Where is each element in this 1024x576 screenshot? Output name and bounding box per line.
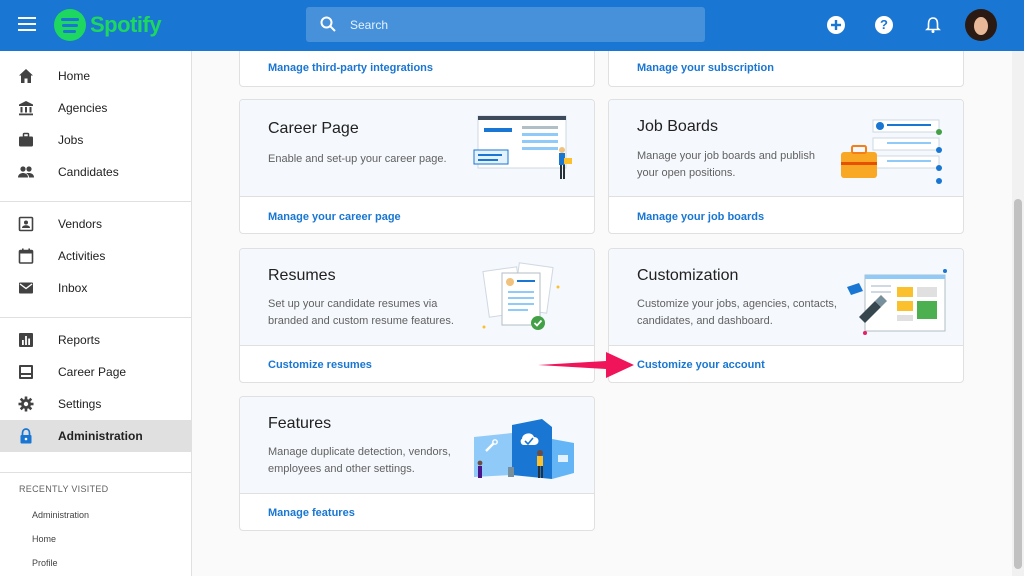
subscription-card: Manage your subscription	[608, 51, 964, 87]
bar-chart-icon	[19, 333, 33, 347]
card-description: Manage your job boards and publish your …	[637, 150, 815, 179]
search-bar[interactable]	[306, 7, 705, 42]
card-description: Customize your jobs, agencies, contacts,…	[637, 298, 837, 327]
home-icon	[19, 69, 33, 83]
sidebar-divider	[0, 201, 191, 202]
manage-integrations-link[interactable]: Manage third-party integrations	[268, 62, 433, 74]
lock-icon	[20, 428, 32, 444]
features-illustration	[474, 419, 574, 479]
scrollbar-thumb[interactable]	[1014, 199, 1022, 569]
sidebar-item-career-page[interactable]: Career Page	[0, 356, 191, 388]
sidebar-item-home[interactable]: Home	[0, 60, 191, 92]
bank-icon	[19, 101, 33, 116]
spotify-logo-icon	[54, 9, 86, 41]
search-icon	[320, 16, 336, 32]
card-title: Career Page	[268, 120, 359, 137]
card-description: Manage duplicate detection, vendors, emp…	[268, 446, 451, 475]
sidebar-divider	[0, 317, 191, 318]
top-app-bar: Spotify ?	[0, 0, 1024, 51]
annotation-arrow	[538, 352, 634, 378]
manage-subscription-link[interactable]: Manage your subscription	[637, 62, 774, 74]
features-card: Features Manage duplicate detection, ven…	[239, 396, 595, 531]
search-input[interactable]	[350, 7, 690, 42]
web-page-icon	[19, 365, 33, 379]
recent-item-profile[interactable]: Profile	[32, 558, 58, 568]
gear-icon	[18, 396, 34, 412]
sidebar-divider	[0, 472, 191, 473]
customize-resumes-link[interactable]: Customize resumes	[268, 359, 372, 371]
sidebar-item-agencies[interactable]: Agencies	[0, 92, 191, 124]
menu-icon[interactable]	[18, 17, 36, 31]
sidebar-item-jobs[interactable]: Jobs	[0, 124, 191, 156]
manage-career-page-link[interactable]: Manage your career page	[268, 211, 401, 223]
sidebar-item-settings[interactable]: Settings	[0, 388, 191, 420]
manage-job-boards-link[interactable]: Manage your job boards	[637, 211, 764, 223]
add-button[interactable]	[827, 16, 845, 34]
job-boards-card: Job Boards Manage your job boards and pu…	[608, 99, 964, 234]
card-title: Job Boards	[637, 118, 718, 135]
sidebar-item-candidates[interactable]: Candidates	[0, 156, 191, 188]
manage-features-link[interactable]: Manage features	[268, 507, 355, 519]
help-icon: ?	[880, 17, 888, 32]
career-page-card: Career Page Enable and set-up your caree…	[239, 99, 595, 234]
recent-item-administration[interactable]: Administration	[32, 510, 89, 520]
sidebar: Home Agencies Jobs Candidates Vendors Ac…	[0, 51, 192, 576]
career-page-illustration	[473, 115, 572, 179]
card-description: Enable and set-up your career page.	[268, 153, 447, 165]
customize-account-link[interactable]: Customize your account	[637, 359, 765, 371]
plus-icon	[831, 20, 841, 30]
mail-icon	[19, 282, 33, 294]
sidebar-item-administration[interactable]: Administration	[0, 420, 191, 452]
card-title: Features	[268, 415, 332, 432]
job-boards-illustration	[841, 119, 942, 184]
card-title: Resumes	[268, 267, 336, 284]
recently-visited-heading: RECENTLY VISITED	[19, 484, 109, 494]
sidebar-item-inbox[interactable]: Inbox	[0, 272, 191, 304]
help-button[interactable]: ?	[875, 16, 893, 34]
briefcase-icon	[19, 132, 33, 147]
sidebar-item-activities[interactable]: Activities	[0, 240, 191, 272]
customization-illustration	[847, 269, 947, 335]
notifications-bell-icon[interactable]	[925, 16, 941, 34]
sidebar-item-vendors[interactable]: Vendors	[0, 208, 191, 240]
resumes-illustration	[482, 262, 560, 330]
contact-card-icon	[18, 216, 34, 232]
calendar-icon	[18, 248, 34, 264]
customization-card: Customization Customize your jobs, agenc…	[608, 248, 964, 383]
people-icon	[18, 166, 34, 178]
recent-item-home[interactable]: Home	[32, 534, 56, 544]
card-title: Customization	[637, 267, 739, 284]
brand-logo[interactable]: Spotify	[54, 9, 162, 41]
user-avatar[interactable]	[965, 9, 997, 41]
card-description: Set up your candidate resumes via brande…	[268, 298, 454, 327]
integrations-card: Manage third-party integrations	[239, 51, 595, 87]
sidebar-item-reports[interactable]: Reports	[0, 324, 191, 356]
scrollbar[interactable]	[1012, 51, 1024, 576]
brand-name: Spotify	[90, 12, 162, 37]
